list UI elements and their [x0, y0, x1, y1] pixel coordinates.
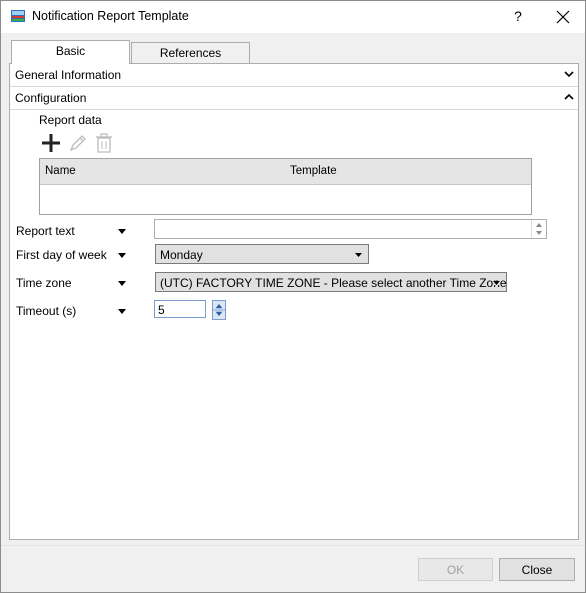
delete-icon[interactable] [93, 132, 115, 154]
table-header: Name Template [40, 159, 531, 185]
first-day-label: First day of week [16, 248, 107, 262]
chevron-up-icon[interactable] [564, 93, 574, 101]
timeout-input[interactable]: 5 [154, 300, 206, 318]
app-report-icon [11, 10, 25, 22]
section-configuration[interactable]: Configuration [10, 87, 578, 110]
column-header-name[interactable]: Name [45, 165, 76, 177]
caret-down-icon[interactable] [118, 253, 126, 258]
dropdown-arrow-icon[interactable] [493, 281, 500, 285]
report-data-table[interactable]: Name Template [39, 158, 532, 215]
spin-buttons-icon[interactable] [531, 220, 546, 238]
close-icon[interactable] [541, 1, 585, 33]
caret-down-icon[interactable] [118, 229, 126, 234]
tab-strip: Basic References [9, 40, 579, 64]
report-text-field[interactable] [154, 219, 547, 239]
time-zone-select[interactable]: (UTC) FACTORY TIME ZONE - Please select … [155, 272, 507, 292]
edit-icon[interactable] [67, 132, 89, 154]
section-label: Configuration [15, 91, 87, 105]
report-data-label: Report data [39, 113, 102, 127]
close-button[interactable]: Close [499, 558, 575, 581]
time-zone-label: Time zone [16, 276, 72, 290]
help-button[interactable]: ? [501, 1, 535, 33]
window-title: Notification Report Template [32, 9, 189, 23]
first-day-select[interactable]: Monday [155, 244, 369, 264]
timeout-spinner-icon[interactable] [212, 300, 226, 320]
time-zone-value: (UTC) FACTORY TIME ZONE - Please select … [160, 276, 507, 290]
section-label: General Information [15, 68, 122, 82]
tab-panel: General Information Configuration Report… [9, 63, 579, 540]
caret-down-icon[interactable] [118, 309, 126, 314]
dropdown-arrow-icon[interactable] [355, 253, 362, 257]
timeout-label: Timeout (s) [16, 304, 77, 318]
title-bar: Notification Report Template ? [1, 1, 585, 33]
section-general-information[interactable]: General Information [10, 64, 578, 87]
add-icon[interactable] [40, 132, 62, 154]
chevron-down-icon[interactable] [564, 70, 574, 78]
tab-basic[interactable]: Basic [11, 40, 130, 64]
footer-divider [1, 545, 585, 546]
tab-references[interactable]: References [131, 42, 250, 63]
first-day-value: Monday [160, 248, 203, 262]
ok-button[interactable]: OK [418, 558, 493, 581]
caret-down-icon[interactable] [118, 281, 126, 286]
column-header-template[interactable]: Template [290, 165, 337, 177]
dialog-window: Notification Report Template ? Basic Ref… [0, 0, 586, 593]
report-text-label: Report text [16, 224, 75, 238]
